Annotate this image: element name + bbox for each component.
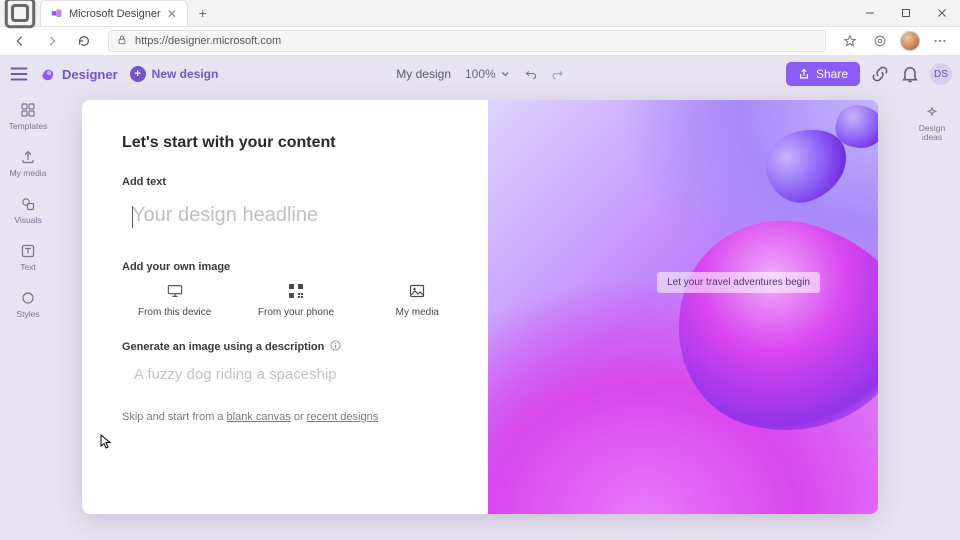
rail-label: My media — [10, 168, 47, 178]
styles-icon — [20, 290, 36, 306]
bell-icon[interactable] — [900, 64, 920, 84]
source-from-phone[interactable]: From your phone — [255, 283, 336, 318]
nav-forward-button[interactable] — [38, 29, 66, 53]
upload-icon — [20, 149, 36, 165]
redo-button[interactable] — [552, 68, 564, 80]
link-icon[interactable] — [870, 64, 890, 84]
plus-circle-icon: + — [130, 66, 146, 82]
hamburger-menu-icon[interactable] — [8, 63, 30, 85]
url-text: https://designer.microsoft.com — [135, 35, 281, 47]
brand[interactable]: Designer — [40, 66, 118, 82]
rail-label: Text — [20, 262, 36, 272]
source-label: My media — [396, 307, 439, 318]
picture-icon — [409, 283, 425, 299]
user-chip[interactable]: DS — [930, 63, 952, 85]
browser-tab[interactable]: Microsoft Designer ✕ — [40, 0, 188, 26]
window-minimize-button[interactable] — [852, 0, 888, 27]
share-button[interactable]: Share — [786, 62, 860, 86]
favorites-icon[interactable] — [836, 29, 864, 53]
window-close-button[interactable] — [924, 0, 960, 27]
rail-label: Styles — [16, 309, 39, 319]
nav-refresh-button[interactable] — [70, 29, 98, 53]
right-rail-design-ideas[interactable]: Design ideas — [910, 106, 954, 143]
modal-left-panel: Let's start with your content Add text A… — [82, 100, 488, 514]
close-tab-icon[interactable]: ✕ — [167, 7, 177, 21]
design-ideas-label: Design ideas — [910, 124, 954, 143]
add-text-label: Add text — [122, 176, 458, 188]
text-icon — [20, 243, 36, 259]
headline-input[interactable] — [122, 198, 458, 237]
generate-label: Generate an image using a description — [122, 341, 324, 353]
rail-label: Visuals — [14, 215, 41, 225]
app-toolbar: Designer + New design My design 100% Sha… — [0, 56, 960, 92]
modal-preview-panel: Let your travel adventures begin — [488, 100, 878, 514]
browser-address-bar: https://designer.microsoft.com — [0, 27, 960, 56]
profile-button[interactable] — [896, 29, 924, 53]
start-modal: Let's start with your content Add text A… — [82, 100, 878, 514]
collections-icon[interactable] — [866, 29, 894, 53]
browser-menu-button[interactable] — [926, 29, 954, 53]
brand-label: Designer — [62, 67, 118, 82]
share-icon — [798, 68, 810, 80]
blank-canvas-link[interactable]: blank canvas — [227, 411, 291, 423]
new-design-label: New design — [152, 67, 219, 81]
workspace: Templates My media Visuals Text Styles D… — [0, 92, 960, 540]
avatar-icon — [900, 31, 920, 51]
rail-visuals[interactable]: Visuals — [14, 196, 41, 225]
source-from-device[interactable]: From this device — [134, 283, 215, 318]
lock-icon — [117, 35, 127, 48]
templates-icon — [20, 102, 36, 118]
qr-icon — [288, 283, 304, 299]
recent-designs-link[interactable]: recent designs — [307, 411, 379, 423]
new-design-button[interactable]: + New design — [130, 66, 219, 82]
zoom-control[interactable]: 100% — [465, 67, 512, 81]
window-maximize-button[interactable] — [888, 0, 924, 27]
undo-button[interactable] — [526, 68, 538, 80]
designer-logo-icon — [40, 66, 56, 82]
rail-label: Templates — [9, 121, 48, 131]
generate-input[interactable] — [122, 360, 458, 389]
blob-shape-icon — [651, 194, 878, 465]
tab-actions-icon[interactable] — [0, 0, 40, 26]
sparkle-icon — [925, 106, 939, 120]
browser-tab-strip: Microsoft Designer ✕ + — [0, 0, 960, 27]
left-rail: Templates My media Visuals Text Styles — [0, 92, 56, 540]
rail-styles[interactable]: Styles — [16, 290, 39, 319]
new-tab-button[interactable]: + — [188, 0, 218, 26]
url-field[interactable]: https://designer.microsoft.com — [108, 30, 826, 52]
monitor-icon — [167, 283, 183, 299]
rail-templates[interactable]: Templates — [9, 102, 48, 131]
preview-headline-chip: Let your travel adventures begin — [657, 272, 820, 293]
source-label: From this device — [138, 307, 211, 318]
modal-title: Let's start with your content — [122, 134, 458, 152]
rail-text[interactable]: Text — [20, 243, 36, 272]
document-name[interactable]: My design — [396, 67, 451, 81]
zoom-value: 100% — [465, 67, 496, 81]
tab-title: Microsoft Designer — [69, 8, 161, 20]
share-label: Share — [816, 67, 848, 81]
skip-text: Skip and start from a blank canvas or re… — [122, 411, 458, 423]
nav-back-button[interactable] — [6, 29, 34, 53]
user-initials: DS — [934, 69, 948, 80]
add-image-label: Add your own image — [122, 261, 458, 273]
favicon-icon — [51, 8, 63, 20]
shapes-icon — [20, 196, 36, 212]
source-label: From your phone — [258, 307, 334, 318]
rail-my-media[interactable]: My media — [10, 149, 47, 178]
info-icon[interactable] — [330, 340, 341, 354]
chevron-down-icon — [500, 68, 512, 80]
source-my-media[interactable]: My media — [377, 283, 458, 318]
